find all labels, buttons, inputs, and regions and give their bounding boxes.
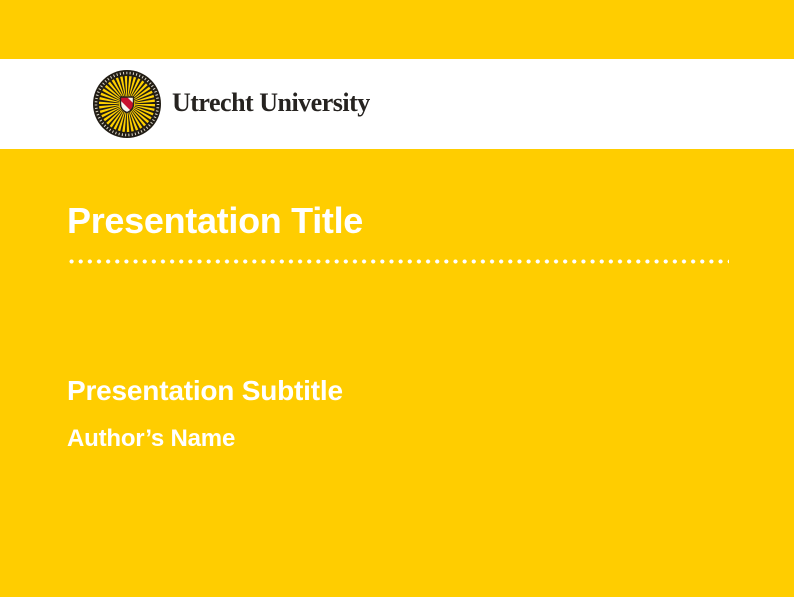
author-name: Author’s Name [67,425,235,454]
presentation-title: Presentation Title [67,200,363,241]
uu-sun-seal-icon [93,70,161,138]
title-dotted-divider [67,257,729,266]
presentation-subtitle: Presentation Subtitle [67,374,343,408]
university-logo: Utrecht University [93,70,370,138]
university-wordmark: Utrecht University [172,90,370,118]
title-slide: Utrecht University Presentation Title Pr… [0,0,794,597]
header-band: Utrecht University [0,59,794,149]
